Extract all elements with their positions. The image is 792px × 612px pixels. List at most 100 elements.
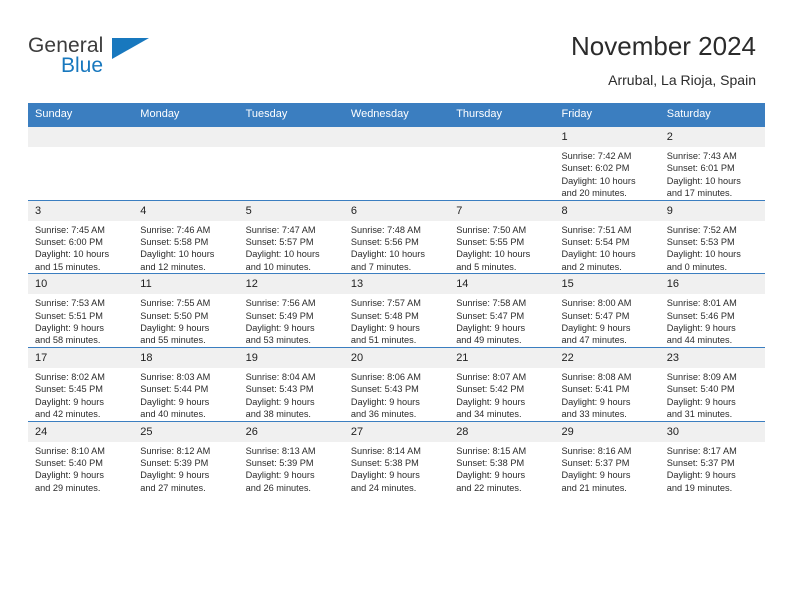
day-number: 18 <box>133 347 239 368</box>
sunrise-text: Sunrise: 8:17 AM <box>666 445 737 456</box>
sunset-text: Sunset: 5:57 PM <box>245 237 314 248</box>
sunrise-text: Sunrise: 8:15 AM <box>456 445 527 456</box>
day-cell[interactable]: 7 Sunrise: 7:50 AM Sunset: 5:55 PM Dayli… <box>449 199 555 274</box>
daylight-text-line2: and 10 minutes. <box>245 261 311 272</box>
daylight-text-line2: and 15 minutes. <box>35 261 101 272</box>
day-cell[interactable]: 18 Sunrise: 8:03 AM Sunset: 5:44 PM Dayl… <box>133 346 239 421</box>
day-cell[interactable]: 12 Sunrise: 7:56 AM Sunset: 5:49 PM Dayl… <box>238 273 344 348</box>
day-cell[interactable]: 22 Sunrise: 8:08 AM Sunset: 5:41 PM Dayl… <box>554 346 660 421</box>
day-cell[interactable]: 23 Sunrise: 8:09 AM Sunset: 5:40 PM Dayl… <box>659 346 766 421</box>
day-number: 22 <box>554 347 660 368</box>
day-details: Sunrise: 7:52 AM Sunset: 5:53 PM Dayligh… <box>660 221 765 274</box>
daylight-text-line2: and 33 minutes. <box>561 409 627 420</box>
daylight-text-line1: Daylight: 9 hours <box>456 470 526 481</box>
sunrise-text: Sunrise: 8:02 AM <box>35 371 105 382</box>
daylight-text-line1: Daylight: 9 hours <box>140 470 210 481</box>
sunrise-text: Sunrise: 8:08 AM <box>561 371 632 382</box>
day-cell[interactable]: 20 Sunrise: 8:06 AM Sunset: 5:43 PM Dayl… <box>343 346 450 421</box>
day-cell[interactable]: 30 Sunrise: 8:17 AM Sunset: 5:37 PM Dayl… <box>659 420 766 495</box>
sunset-text: Sunset: 5:58 PM <box>140 237 209 248</box>
daylight-text-line2: and 5 minutes. <box>456 261 517 272</box>
daylight-text-line1: Daylight: 9 hours <box>245 323 315 334</box>
day-cell[interactable]: 4 Sunrise: 7:46 AM Sunset: 5:58 PM Dayli… <box>133 199 239 274</box>
day-cell <box>343 126 450 201</box>
sunrise-text: Sunrise: 7:51 AM <box>561 224 632 235</box>
day-cell[interactable]: 14 Sunrise: 7:58 AM Sunset: 5:47 PM Dayl… <box>449 273 555 348</box>
day-cell[interactable]: 16 Sunrise: 8:01 AM Sunset: 5:46 PM Dayl… <box>659 273 766 348</box>
day-number: 11 <box>133 274 239 295</box>
day-details: Sunrise: 7:58 AM Sunset: 5:47 PM Dayligh… <box>449 294 554 347</box>
day-cell[interactable]: 28 Sunrise: 8:15 AM Sunset: 5:38 PM Dayl… <box>449 420 555 495</box>
daylight-text-line1: Daylight: 9 hours <box>140 323 210 334</box>
daylight-text-line1: Daylight: 9 hours <box>350 396 420 407</box>
day-details: Sunrise: 8:03 AM Sunset: 5:44 PM Dayligh… <box>133 368 238 421</box>
day-cell[interactable]: 15 Sunrise: 8:00 AM Sunset: 5:47 PM Dayl… <box>554 273 660 348</box>
day-cell <box>449 126 555 201</box>
sunset-text: Sunset: 5:55 PM <box>456 237 525 248</box>
day-cell[interactable]: 26 Sunrise: 8:13 AM Sunset: 5:39 PM Dayl… <box>238 420 344 495</box>
day-number: 21 <box>449 347 555 368</box>
daylight-text-line2: and 22 minutes. <box>456 482 522 493</box>
page-subtitle: Arrubal, La Rioja, Spain <box>608 72 756 88</box>
daylight-text-line2: and 2 minutes. <box>561 261 622 272</box>
day-details: Sunrise: 7:57 AM Sunset: 5:48 PM Dayligh… <box>344 294 449 347</box>
sunrise-text: Sunrise: 8:10 AM <box>35 445 105 456</box>
weekday-header-sunday: Sunday <box>28 103 134 127</box>
daylight-text-line1: Daylight: 9 hours <box>666 470 736 481</box>
sunrise-text: Sunrise: 7:45 AM <box>35 224 105 235</box>
day-cell[interactable]: 29 Sunrise: 8:16 AM Sunset: 5:37 PM Dayl… <box>554 420 660 495</box>
sunset-text: Sunset: 5:51 PM <box>35 310 103 321</box>
day-cell[interactable]: 25 Sunrise: 8:12 AM Sunset: 5:39 PM Dayl… <box>133 420 239 495</box>
day-number: 25 <box>133 421 239 442</box>
sunset-text: Sunset: 5:42 PM <box>456 384 525 395</box>
day-number: 15 <box>554 274 660 295</box>
weekday-header-wednesday: Wednesday <box>343 103 450 127</box>
daylight-text-line2: and 49 minutes. <box>456 335 522 346</box>
sunset-text: Sunset: 5:43 PM <box>245 384 314 395</box>
day-cell[interactable]: 9 Sunrise: 7:52 AM Sunset: 5:53 PM Dayli… <box>659 199 766 274</box>
day-details: Sunrise: 8:13 AM Sunset: 5:39 PM Dayligh… <box>239 442 344 495</box>
sunrise-text: Sunrise: 8:09 AM <box>666 371 737 382</box>
day-cell[interactable]: 19 Sunrise: 8:04 AM Sunset: 5:43 PM Dayl… <box>238 346 344 421</box>
sunrise-text: Sunrise: 8:14 AM <box>350 445 421 456</box>
daylight-text-line2: and 31 minutes. <box>666 409 733 420</box>
daylight-text-line2: and 21 minutes. <box>561 482 627 493</box>
day-details: Sunrise: 8:17 AM Sunset: 5:37 PM Dayligh… <box>660 442 765 495</box>
sunset-text: Sunset: 5:56 PM <box>350 237 419 248</box>
day-number: 7 <box>449 200 555 221</box>
calendar-week-row: 24 Sunrise: 8:10 AM Sunset: 5:40 PM Dayl… <box>28 420 766 495</box>
daylight-text-line1: Daylight: 9 hours <box>561 396 631 407</box>
daylight-text-line1: Daylight: 9 hours <box>561 323 631 334</box>
daylight-text-line1: Daylight: 9 hours <box>350 470 420 481</box>
day-number: 17 <box>28 347 134 368</box>
day-details: Sunrise: 8:16 AM Sunset: 5:37 PM Dayligh… <box>554 442 659 495</box>
day-number: 30 <box>659 421 766 442</box>
day-cell[interactable]: 6 Sunrise: 7:48 AM Sunset: 5:56 PM Dayli… <box>343 199 450 274</box>
sunrise-text: Sunrise: 8:06 AM <box>350 371 421 382</box>
day-number: 26 <box>238 421 344 442</box>
day-cell[interactable]: 11 Sunrise: 7:55 AM Sunset: 5:50 PM Dayl… <box>133 273 239 348</box>
brand-logo[interactable]: General Blue <box>28 34 248 86</box>
daylight-text-line2: and 40 minutes. <box>140 409 206 420</box>
day-cell[interactable]: 21 Sunrise: 8:07 AM Sunset: 5:42 PM Dayl… <box>449 346 555 421</box>
day-cell[interactable]: 10 Sunrise: 7:53 AM Sunset: 5:51 PM Dayl… <box>28 273 134 348</box>
day-details: Sunrise: 7:50 AM Sunset: 5:55 PM Dayligh… <box>449 221 554 274</box>
day-cell[interactable]: 1 Sunrise: 7:42 AM Sunset: 6:02 PM Dayli… <box>554 126 660 201</box>
day-cell[interactable]: 27 Sunrise: 8:14 AM Sunset: 5:38 PM Dayl… <box>343 420 450 495</box>
day-cell[interactable]: 5 Sunrise: 7:47 AM Sunset: 5:57 PM Dayli… <box>238 199 344 274</box>
day-cell[interactable]: 17 Sunrise: 8:02 AM Sunset: 5:45 PM Dayl… <box>28 346 134 421</box>
daylight-text-line2: and 47 minutes. <box>561 335 627 346</box>
sunrise-text: Sunrise: 8:13 AM <box>245 445 316 456</box>
sunset-text: Sunset: 5:46 PM <box>666 310 735 321</box>
page-title: November 2024 <box>571 31 756 61</box>
sunset-text: Sunset: 5:48 PM <box>350 310 419 321</box>
day-number: 20 <box>343 347 450 368</box>
sunrise-text: Sunrise: 8:03 AM <box>140 371 211 382</box>
sunset-text: Sunset: 5:53 PM <box>666 237 735 248</box>
day-cell[interactable]: 13 Sunrise: 7:57 AM Sunset: 5:48 PM Dayl… <box>343 273 450 348</box>
day-number <box>238 127 344 147</box>
day-cell[interactable]: 24 Sunrise: 8:10 AM Sunset: 5:40 PM Dayl… <box>28 420 134 495</box>
day-cell[interactable]: 3 Sunrise: 7:45 AM Sunset: 6:00 PM Dayli… <box>28 199 134 274</box>
day-cell[interactable]: 2 Sunrise: 7:43 AM Sunset: 6:01 PM Dayli… <box>659 126 766 201</box>
day-cell[interactable]: 8 Sunrise: 7:51 AM Sunset: 5:54 PM Dayli… <box>554 199 660 274</box>
